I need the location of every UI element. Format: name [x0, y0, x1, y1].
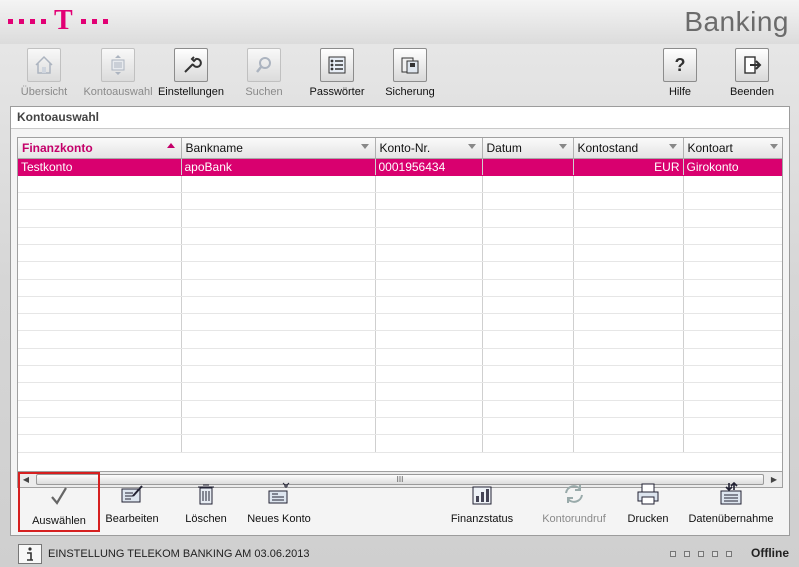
loeschen-label: Löschen: [185, 513, 227, 525]
kontorundruf-label: Kontorundruf: [542, 513, 606, 525]
bearbeiten-button[interactable]: Bearbeiten: [100, 472, 164, 532]
chevron-down-icon: [769, 144, 778, 149]
column-header-finanzkonto[interactable]: Finanzkonto: [18, 138, 182, 159]
chevron-down-icon: [668, 144, 677, 149]
table-row-empty: [18, 400, 782, 418]
kontorundruf-button[interactable]: Kontorundruf: [536, 472, 612, 532]
toolbar-label: Einstellungen: [157, 86, 225, 98]
toolbar-passwoerter-button[interactable]: Passwörter: [297, 48, 377, 100]
table-row-empty: [18, 348, 782, 367]
neues-konto-label: Neues Konto: [247, 513, 311, 525]
table-row[interactable]: Testkonto apoBank 0001956434 EUR Girokon…: [18, 158, 782, 176]
drucken-button[interactable]: Drucken: [620, 472, 676, 532]
status-bar: EINSTELLUNG TELEKOM BANKING AM 03.06.201…: [0, 540, 799, 567]
auswaehlen-button[interactable]: Auswählen: [18, 472, 100, 532]
column-header-kontoart[interactable]: Kontoart: [683, 138, 782, 159]
column-header-datum[interactable]: Datum: [482, 138, 574, 159]
datenuebernahme-button[interactable]: Datenübernahme: [686, 472, 776, 532]
backup-icon: [393, 48, 427, 82]
magnifier-icon: [247, 48, 281, 82]
finanzstatus-button[interactable]: Finanzstatus: [446, 472, 518, 532]
trash-icon: [192, 481, 220, 507]
exit-icon: [735, 48, 769, 82]
toolbar-label: Passwörter: [309, 86, 365, 98]
telekom-logo: T: [8, 7, 108, 35]
checkmark-icon: [45, 483, 73, 509]
printer-icon: [634, 481, 662, 507]
edit-icon: [118, 481, 146, 507]
house-icon: [27, 48, 61, 82]
toolbar-label: Übersicht: [20, 86, 68, 98]
column-header-konto-nr[interactable]: Konto-Nr.: [375, 138, 483, 159]
toolbar-label: Kontoauswahl: [83, 86, 153, 98]
toolbar-label: Beenden: [729, 86, 775, 98]
table-row-empty: [18, 209, 782, 228]
refresh-icon: [560, 481, 588, 507]
table-row-empty: [18, 382, 782, 401]
account-select-icon: [101, 48, 135, 82]
app-header: T Banking: [0, 0, 799, 44]
status-message: EINSTELLUNG TELEKOM BANKING AM 03.06.201…: [48, 548, 310, 560]
toolbar-einstellungen-button[interactable]: Einstellungen: [151, 48, 231, 100]
cell-finanzkonto: Testkonto: [18, 158, 182, 176]
action-bar: Auswählen Bearbeiten Löschen Neues Konto…: [16, 472, 782, 534]
table-row-empty: [18, 261, 782, 280]
data-import-icon: [717, 481, 745, 507]
connection-indicator: [670, 551, 732, 557]
toolbar-hilfe-button[interactable]: ? Hilfe: [640, 48, 720, 100]
toolbar-label: Sicherung: [385, 86, 435, 98]
finance-status-icon: [468, 481, 496, 507]
table-row-empty: [18, 175, 782, 194]
table-row-empty: [18, 192, 782, 211]
drucken-label: Drucken: [627, 513, 669, 525]
chevron-down-icon: [360, 144, 369, 149]
table-row-empty: [18, 417, 782, 436]
table-row-empty: [18, 279, 782, 297]
auswaehlen-label: Auswählen: [32, 515, 86, 527]
column-header-bankname[interactable]: Bankname: [181, 138, 376, 159]
datenuebernahme-label: Datenübernahme: [688, 513, 774, 525]
table-row-empty: [18, 434, 782, 453]
neues-konto-button[interactable]: Neues Konto: [243, 472, 315, 532]
connection-status: Offline: [751, 546, 789, 560]
table-row-empty: [18, 227, 782, 245]
table-row-empty: [18, 330, 782, 349]
svg-text:?: ?: [675, 55, 686, 75]
table-row-empty: [18, 313, 782, 332]
toolbar-kontoauswahl-button[interactable]: Kontoauswahl: [78, 48, 158, 100]
cell-kontoart: Girokonto: [683, 158, 782, 176]
cell-kontostand: EUR: [573, 158, 684, 176]
chevron-down-icon: [558, 144, 567, 149]
sort-ascending-icon: [166, 143, 175, 148]
toolbar-label: Hilfe: [668, 86, 691, 98]
app-title: Banking: [684, 6, 789, 37]
loeschen-button[interactable]: Löschen: [176, 472, 236, 532]
bearbeiten-label: Bearbeiten: [105, 513, 159, 525]
wrench-icon: [174, 48, 208, 82]
toolbar-sicherung-button[interactable]: Sicherung: [370, 48, 450, 100]
toolbar-label: Suchen: [245, 86, 283, 98]
toolbar-uebersicht-button[interactable]: Übersicht: [4, 48, 84, 100]
table-row-empty: [18, 244, 782, 263]
main-toolbar: Übersicht Kontoauswahl Einstellungen Suc…: [0, 44, 799, 102]
new-account-icon: [265, 481, 293, 507]
info-icon[interactable]: [18, 544, 42, 564]
cell-datum: [482, 158, 574, 176]
finanzstatus-label: Finanzstatus: [450, 513, 514, 525]
help-icon: ?: [663, 48, 697, 82]
toolbar-suchen-button[interactable]: Suchen: [224, 48, 304, 100]
chevron-down-icon: [467, 144, 476, 149]
account-table: Finanzkonto Bankname Konto-Nr. Datum Kon…: [17, 137, 783, 472]
cell-bankname: apoBank: [181, 158, 376, 176]
column-header-kontostand[interactable]: Kontostand: [573, 138, 684, 159]
panel-title: Kontoauswahl: [11, 107, 789, 129]
table-row-empty: [18, 296, 782, 315]
table-row-empty: [18, 365, 782, 384]
cell-konto-nr: 0001956434: [375, 158, 483, 176]
toolbar-beenden-button[interactable]: Beenden: [712, 48, 792, 100]
table-header-row: Finanzkonto Bankname Konto-Nr. Datum Kon…: [18, 138, 782, 159]
password-list-icon: [320, 48, 354, 82]
